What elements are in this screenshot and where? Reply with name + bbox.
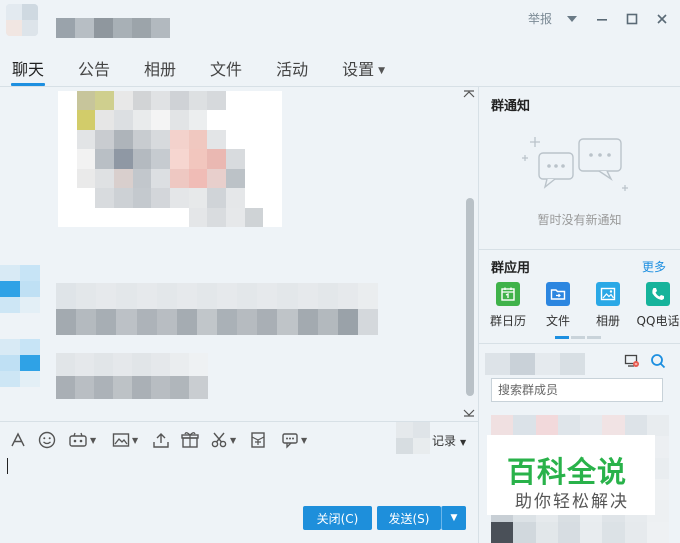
send-button[interactable]: 发送(S) [377, 506, 441, 530]
chevron-down-icon: ▼ [230, 435, 237, 445]
red-packet-icon[interactable] [250, 430, 266, 450]
app-files[interactable]: 文件 [533, 282, 583, 329]
chevron-down-icon: ▼ [460, 438, 467, 447]
empty-notice-illustration [522, 137, 628, 191]
upload-icon[interactable] [152, 430, 170, 450]
scrollbar-thumb[interactable] [466, 198, 474, 396]
pager-dot[interactable] [555, 336, 569, 339]
minimize-icon[interactable] [594, 11, 610, 27]
empty-notice-text: 暂时没有新通知 [537, 213, 622, 227]
chevron-down-icon[interactable] [564, 11, 580, 27]
avatar[interactable] [0, 265, 40, 313]
input-toolbar: ▼ ▼ ▼ ▼ 记录 ▼ [0, 421, 478, 458]
tab-label: 文件 [210, 60, 243, 79]
window-controls: 举报 [528, 10, 670, 27]
avatar[interactable] [0, 339, 40, 387]
maximize-icon[interactable] [624, 11, 640, 27]
watermark-logo: 百科全说 助你轻松解决 [487, 435, 655, 515]
message-redacted[interactable] [56, 283, 378, 335]
member-manage-icon[interactable] [624, 353, 640, 373]
message-input[interactable] [0, 458, 478, 506]
message-redacted[interactable] [56, 353, 208, 399]
chevron-down-icon: ▼ [90, 435, 97, 445]
more-apps-link[interactable]: 更多 [642, 258, 666, 275]
close-button-label: 关闭(C) [316, 511, 359, 526]
record-label: 记录 [432, 434, 457, 448]
tab-bar: 聊天 公告 相册 文件 活动 设置 ▼ [0, 52, 407, 86]
tab-announcement[interactable]: 公告 [78, 52, 110, 84]
group-apps-title: 群应用 [491, 261, 531, 276]
history-record-button[interactable]: 记录 ▼ [432, 432, 466, 449]
app-label: 文件 [545, 314, 570, 328]
gif-icon[interactable]: ▼ [68, 430, 96, 450]
shared-image-redacted[interactable] [58, 91, 282, 227]
group-name-redacted [56, 18, 170, 38]
more-icon[interactable]: ▼ [281, 430, 307, 450]
send-options-dropdown[interactable]: ▼ [441, 506, 466, 530]
text-cursor [7, 458, 8, 474]
pager-dot[interactable] [587, 336, 601, 339]
tab-settings[interactable]: 设置 ▼ [342, 52, 385, 84]
send-button-label: 发送(S) [388, 511, 430, 526]
watermark-subtitle: 助你轻松解决 [515, 492, 629, 512]
tab-activity[interactable]: 活动 [276, 52, 308, 84]
tab-label: 聊天 [12, 60, 45, 79]
search-icon[interactable] [650, 353, 666, 373]
phone-icon [646, 282, 670, 306]
member-tools [624, 353, 666, 373]
tab-label: 设置 [342, 60, 375, 79]
member-count-redacted [485, 353, 585, 375]
member-search-input[interactable]: 搜索群成员 [491, 378, 663, 402]
chevron-down-icon: ▼ [301, 435, 308, 445]
chevron-down-icon: ▼ [132, 435, 139, 445]
font-icon[interactable] [10, 430, 26, 450]
watermark-title: 百科全说 [507, 455, 628, 489]
sticker-redacted [396, 422, 430, 454]
app-calendar[interactable]: 群日历 [483, 282, 533, 329]
tab-label: 活动 [276, 60, 309, 79]
pager-dot[interactable] [571, 336, 585, 339]
screenshot-icon[interactable]: ▼ [210, 430, 236, 450]
app-label: QQ电话 [636, 314, 680, 328]
group-avatar[interactable] [6, 4, 38, 36]
section-divider [479, 249, 680, 250]
group-notice-title: 群通知 [491, 99, 531, 114]
app-label: 相册 [595, 314, 620, 328]
section-divider [479, 343, 680, 344]
tab-chat[interactable]: 聊天 [10, 52, 46, 86]
chat-message-area[interactable] [0, 87, 478, 421]
tab-label: 公告 [78, 60, 111, 79]
title-bar: 举报 [0, 0, 680, 44]
emoji-icon[interactable] [38, 430, 56, 450]
calendar-icon [496, 282, 520, 306]
gift-icon[interactable] [180, 430, 200, 450]
close-button[interactable]: 关闭(C) [303, 506, 372, 530]
report-link[interactable]: 举报 [528, 10, 552, 27]
photo-icon [596, 282, 620, 306]
scroll-up-icon[interactable] [462, 88, 476, 100]
app-album[interactable]: 相册 [583, 282, 633, 329]
tab-files[interactable]: 文件 [210, 52, 242, 84]
close-icon[interactable] [654, 11, 670, 27]
chevron-down-icon: ▼ [378, 65, 386, 76]
tab-label: 相册 [144, 60, 177, 79]
member-search-placeholder: 搜索群成员 [498, 383, 559, 397]
folder-icon [546, 282, 570, 306]
group-apps-list: 群日历 文件 相册 QQ电话 [483, 282, 680, 329]
chevron-down-icon: ▼ [450, 513, 458, 523]
image-icon[interactable]: ▼ [112, 430, 138, 450]
app-qq-call[interactable]: QQ电话 [633, 282, 680, 329]
scroll-down-icon[interactable] [462, 407, 476, 419]
tab-album[interactable]: 相册 [144, 52, 176, 84]
app-label: 群日历 [489, 314, 526, 328]
apps-pager[interactable] [555, 336, 601, 339]
